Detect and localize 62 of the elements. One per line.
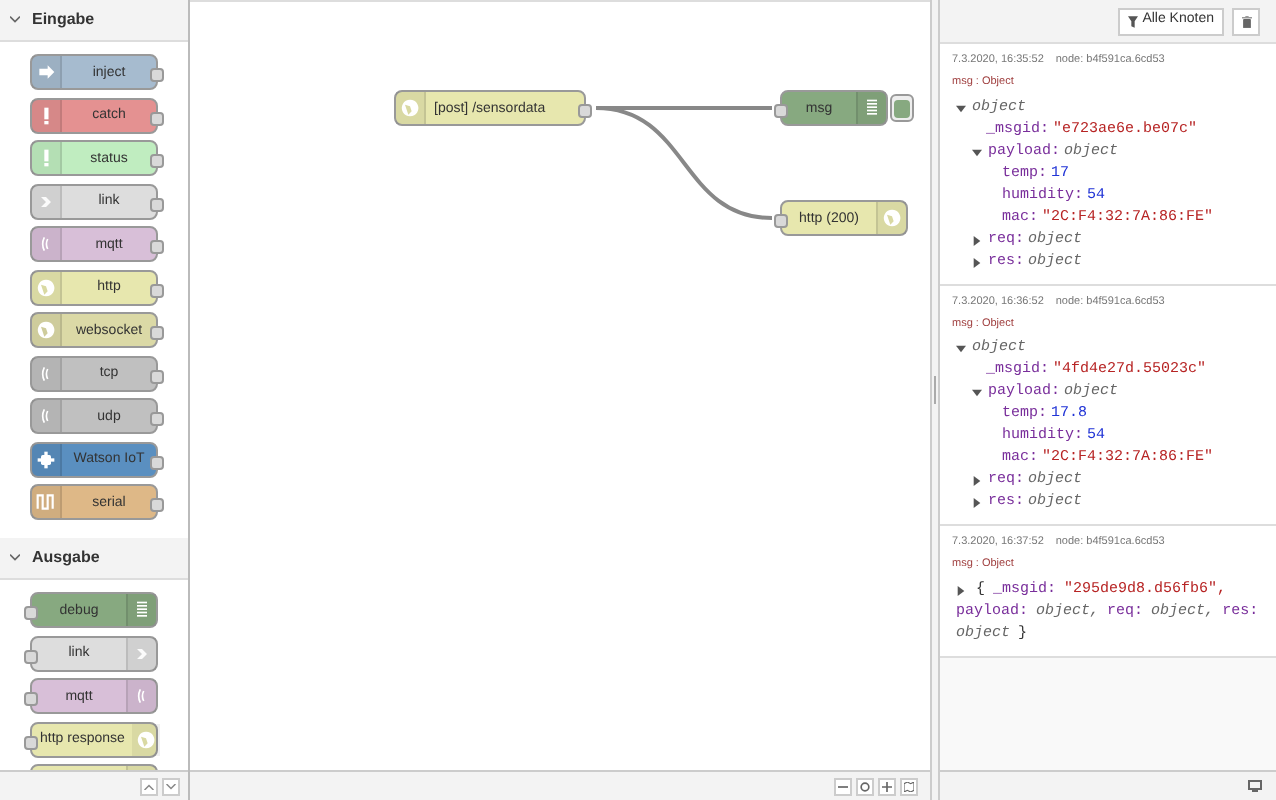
globe-icon [400,98,420,118]
bars-icon [132,600,152,620]
port-handle[interactable] [150,283,164,297]
chevron-down-icon [166,783,176,789]
caret-down-icon[interactable] [956,344,966,354]
map-icon [904,781,914,791]
port-handle[interactable] [774,214,788,228]
link-icon [36,191,56,211]
category-title: Eingabe [32,8,95,32]
port-handle[interactable] [578,104,592,118]
port-handle[interactable] [774,104,788,118]
caret-right-icon[interactable] [956,585,966,595]
trash-icon [1241,15,1251,27]
port-handle[interactable] [150,240,164,254]
port-handle[interactable] [150,412,164,426]
zoom-in-button[interactable] [878,777,896,795]
chip-icon [36,449,56,469]
port-handle[interactable] [150,68,164,82]
link-icon [132,643,152,663]
caret-right-icon[interactable] [972,235,982,245]
popout-button[interactable] [1246,777,1264,795]
caret-down-icon[interactable] [972,147,982,157]
plus-icon [882,781,892,791]
port-handle[interactable] [150,111,164,125]
pulse-icon [36,492,56,512]
scroll-up-button[interactable] [140,777,158,795]
splitter[interactable] [930,0,940,800]
circle-icon [860,781,870,791]
filter-icon [1128,15,1139,27]
zoom-reset-button[interactable] [856,777,874,795]
monitor-icon [1248,780,1262,792]
port-handle[interactable] [150,197,164,211]
caret-down-icon[interactable] [972,388,982,398]
minus-icon [838,781,848,791]
caret-right-icon[interactable] [972,257,982,267]
port-handle[interactable] [150,154,164,168]
port-handle[interactable] [24,692,38,706]
scroll-down-button[interactable] [162,777,180,795]
globe-icon [882,208,902,228]
port-handle[interactable] [24,649,38,663]
port-handle[interactable] [24,606,38,620]
category-header[interactable]: Ausgabe [0,538,188,580]
chevron-up-icon [144,783,154,789]
debug-toggle[interactable] [890,94,914,122]
port-handle[interactable] [150,498,164,512]
arrow-icon [36,62,56,82]
globe-icon [36,277,56,297]
zoom-out-button[interactable] [834,777,852,795]
bars-icon [862,98,882,118]
port-handle[interactable] [24,735,38,749]
port-handle[interactable] [150,369,164,383]
category-title: Ausgabe [32,546,100,570]
clear-button[interactable] [1232,7,1260,35]
globe-icon [136,729,157,749]
caret-down-icon[interactable] [956,103,966,113]
globe-icon [36,320,56,340]
caret-right-icon[interactable] [972,498,982,508]
navigator-button[interactable] [900,777,918,795]
category-header[interactable]: Eingabe [0,0,188,42]
port-handle[interactable] [150,455,164,469]
port-handle[interactable] [150,326,164,340]
caret-right-icon[interactable] [972,476,982,486]
